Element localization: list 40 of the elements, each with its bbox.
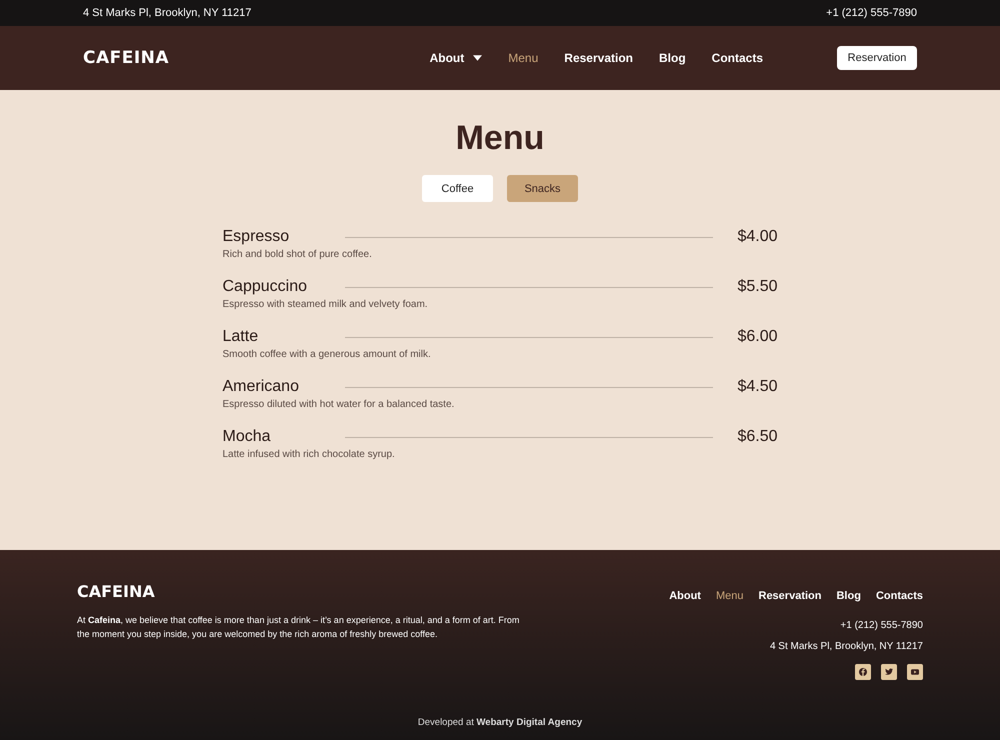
footer-logo[interactable]: CAFEINA: [77, 582, 527, 601]
play-icon[interactable]: [907, 664, 923, 680]
footer-nav-link[interactable]: Reservation: [758, 590, 822, 602]
footer-phone: +1 (212) 555-7890: [840, 620, 923, 631]
facebook-icon[interactable]: [855, 664, 871, 680]
item-description: Espresso diluted with hot water for a balanced taste.: [222, 399, 456, 410]
nav-link[interactable]: Contacts: [712, 51, 763, 65]
item-price: $4.00: [737, 228, 778, 246]
about-text: At Cafeina, we believe that coffee is more than just a drink – it’s an experience, a ritual, and a form of art. From the moment you step inside, you are welcomed by the rich aroma of freshly brewed coffee.: [77, 614, 520, 641]
address-text: 4 St Marks Pl, Brooklyn, NY 11217: [83, 7, 252, 19]
item-description: Smooth coffee with a generous amount of milk.: [222, 349, 432, 360]
footer-nav-link[interactable]: Blog: [836, 590, 861, 602]
reservation-button[interactable]: Reservation: [837, 46, 917, 70]
item-name: Latte: [222, 328, 260, 346]
item-price: $6.50: [737, 428, 778, 446]
item-description: Espresso with steamed milk and velvety foam.: [222, 299, 429, 310]
item-name: Americano: [222, 378, 300, 396]
category-tab[interactable]: Snacks: [507, 175, 578, 202]
nav-link[interactable]: Reservation: [564, 51, 633, 65]
phone-text: +1 (212) 555-7890: [826, 7, 917, 19]
item-price: $5.50: [737, 278, 778, 296]
item-description: Latte infused with rich chocolate syrup.: [222, 449, 396, 460]
item-price: $4.50: [737, 378, 778, 396]
footer-nav-link[interactable]: Menu: [716, 590, 744, 602]
page-title: Menu: [456, 118, 544, 158]
credit-text: Developed at Webarty Digital Agency: [416, 717, 584, 728]
item-name: Espresso: [222, 228, 290, 246]
item-name: Mocha: [222, 428, 272, 446]
item-name: Cappuccino: [222, 278, 308, 296]
footer-nav-link[interactable]: Contacts: [876, 590, 923, 602]
footer-nav-link[interactable]: About: [669, 590, 701, 602]
nav-link[interactable]: Menu: [508, 51, 538, 65]
category-tab[interactable]: Coffee: [422, 175, 493, 202]
item-price: $6.00: [737, 328, 778, 346]
nav-link[interactable]: About: [430, 51, 482, 65]
logo[interactable]: CAFEINA: [83, 48, 170, 68]
footer-address: 4 St Marks Pl, Brooklyn, NY 11217: [770, 641, 923, 652]
nav-link[interactable]: Blog: [658, 51, 686, 65]
item-description: Rich and bold shot of pure coffee.: [222, 249, 373, 260]
bird-icon[interactable]: [881, 664, 897, 680]
